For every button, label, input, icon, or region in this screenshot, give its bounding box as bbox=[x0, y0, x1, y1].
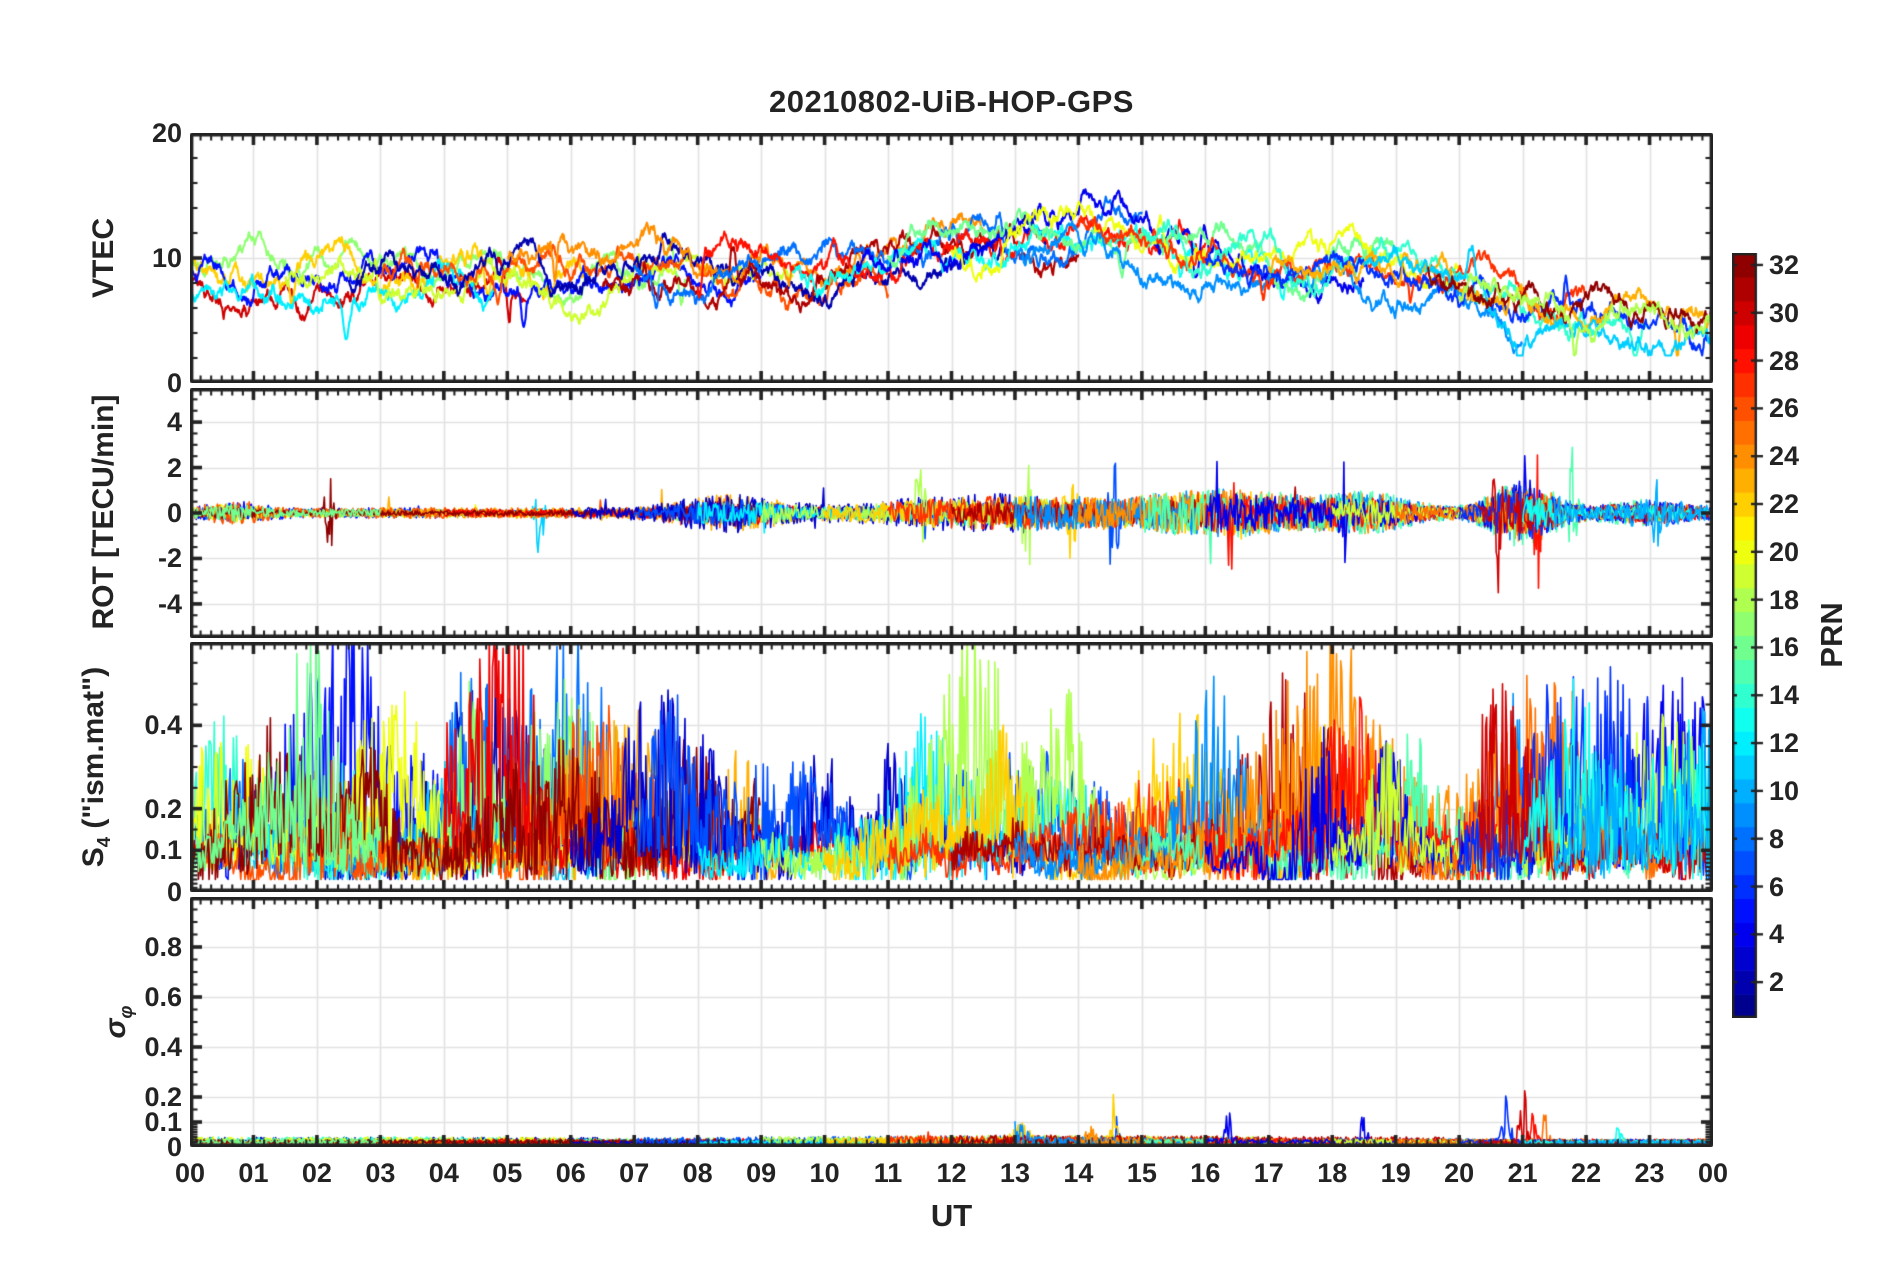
y-tick-label: 2 bbox=[166, 452, 182, 483]
x-tick-label: 21 bbox=[1507, 1158, 1538, 1188]
prn-colorbar-canvas bbox=[1732, 253, 1771, 1018]
x-axis-label: UT bbox=[930, 1198, 973, 1233]
colorbar-tick-label: 22 bbox=[1769, 489, 1800, 520]
x-tick-label: 00 bbox=[174, 1158, 206, 1188]
colorbar-tick-label: 28 bbox=[1769, 345, 1800, 376]
colorbar-label: PRN bbox=[1814, 602, 1849, 668]
colorbar-tick-label: 12 bbox=[1769, 728, 1800, 759]
colorbar-tick-label: 16 bbox=[1769, 632, 1800, 663]
y-tick-label: 0.8 bbox=[144, 932, 182, 962]
gps-scintillation-figure: 20210802-UiB-HOP-GPS VTEC ROT [TECU/min]… bbox=[0, 0, 1902, 1272]
rot-panel-canvas bbox=[190, 388, 1713, 638]
colorbar-tick-label: 10 bbox=[1769, 775, 1800, 806]
colorbar-tick-label: 24 bbox=[1769, 441, 1800, 472]
x-tick-label: 22 bbox=[1571, 1158, 1602, 1188]
y-tick-label: 0 bbox=[166, 877, 182, 907]
x-tick-label: 01 bbox=[238, 1158, 269, 1188]
x-tick-label: 19 bbox=[1380, 1158, 1411, 1188]
s4-panel-canvas bbox=[190, 642, 1713, 892]
x-tick-label: 02 bbox=[301, 1158, 332, 1188]
y-tick-label: 0.4 bbox=[144, 710, 182, 741]
y-tick-label: 0 bbox=[166, 368, 182, 398]
x-tick-label: 09 bbox=[746, 1158, 777, 1188]
colorbar-tick-label: 18 bbox=[1769, 584, 1800, 615]
y-tick-label: -4 bbox=[157, 588, 182, 619]
x-tick-label: 20 bbox=[1444, 1158, 1475, 1188]
x-tick-label: 06 bbox=[555, 1158, 586, 1188]
x-tick-label: 16 bbox=[1190, 1158, 1221, 1188]
y-tick-label: 4 bbox=[166, 407, 182, 438]
sigma-phi-panel-canvas bbox=[190, 897, 1713, 1147]
colorbar-tick-label: 6 bbox=[1769, 871, 1785, 902]
x-tick-label: 11 bbox=[873, 1158, 903, 1188]
y-tick-label: 0.4 bbox=[144, 1032, 182, 1062]
x-tick-label: 15 bbox=[1126, 1158, 1157, 1188]
colorbar-tick-label: 14 bbox=[1769, 680, 1800, 711]
y-tick-label: 0.6 bbox=[144, 982, 182, 1012]
y-tick-label: 10 bbox=[151, 243, 182, 273]
colorbar-tick-label: 26 bbox=[1769, 393, 1800, 424]
x-tick-label: 13 bbox=[999, 1158, 1030, 1188]
x-tick-label: 08 bbox=[682, 1158, 713, 1188]
figure-title: 20210802-UiB-HOP-GPS bbox=[769, 84, 1134, 119]
x-tick-label: 17 bbox=[1253, 1158, 1284, 1188]
y-tick-label: 0 bbox=[166, 498, 182, 528]
x-tick-label: 12 bbox=[936, 1158, 967, 1188]
x-tick-label: 04 bbox=[428, 1158, 459, 1188]
x-tick-label: 10 bbox=[809, 1158, 840, 1188]
colorbar-tick-label: 20 bbox=[1769, 536, 1800, 567]
y-tick-label: 0.2 bbox=[144, 793, 182, 824]
y-tick-label: 0.1 bbox=[144, 835, 182, 866]
x-tick-label: 05 bbox=[492, 1158, 523, 1188]
colorbar-tick-label: 4 bbox=[1769, 919, 1785, 950]
vtec-panel-canvas bbox=[190, 133, 1713, 383]
y-tick-label: 20 bbox=[151, 118, 182, 148]
x-tick-label: 07 bbox=[619, 1158, 650, 1188]
x-tick-label: 18 bbox=[1317, 1158, 1348, 1188]
x-tick-label: 23 bbox=[1634, 1158, 1665, 1188]
x-tick-label: 03 bbox=[365, 1158, 396, 1188]
colorbar-tick-label: 30 bbox=[1769, 297, 1800, 328]
colorbar-tick-label: 2 bbox=[1769, 967, 1785, 998]
y-tick-label: 0.2 bbox=[144, 1082, 182, 1112]
colorbar-tick-label: 8 bbox=[1769, 823, 1785, 854]
x-tick-label: 14 bbox=[1063, 1158, 1094, 1188]
colorbar-tick-label: 32 bbox=[1769, 249, 1800, 280]
x-tick-label: 00 bbox=[1697, 1158, 1729, 1188]
y-tick-label: -2 bbox=[157, 543, 182, 574]
